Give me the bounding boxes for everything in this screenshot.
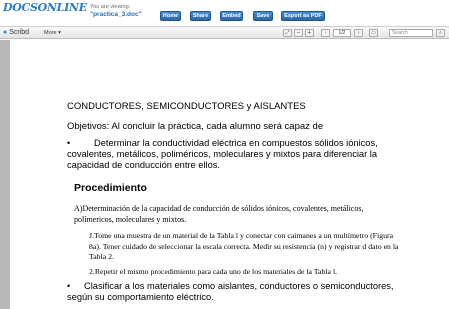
procedure-heading: Procedimiento [74, 182, 147, 194]
search-input[interactable]: Search [389, 29, 433, 37]
document-name: "practica_3.doc" [90, 11, 142, 18]
document-page: CONDUCTORES, SEMICONDUCTORES y AISLANTES… [10, 40, 449, 309]
next-page-icon[interactable]: › [354, 29, 363, 37]
search-icon[interactable]: ⌕ [436, 29, 445, 37]
scribd-logo[interactable]: ● Scribd [3, 29, 29, 37]
logo-text: DOCSONLINE [3, 1, 87, 14]
document-title: CONDUCTORES, SEMICONDUCTORES y AISLANTES [67, 101, 306, 112]
procedure-step-1: J.Tome una muestra de un material de la … [89, 231, 399, 261]
embed-button[interactable]: Embed [220, 11, 243, 21]
site-header: DOCSONLINE You are viewing: "practica_3.… [0, 0, 449, 26]
zoom-out-icon[interactable]: − [294, 29, 303, 37]
procedure-step-2: 2.Repetir el mismo procedimiento para ca… [89, 267, 338, 276]
viewing-label: You are viewing: [90, 4, 131, 10]
page-indicator[interactable]: 1/2 [333, 29, 351, 37]
zoom-in-icon[interactable]: + [305, 29, 314, 37]
scribd-icon: ● [3, 29, 8, 36]
objective-bullet-2: Clasificar a los materiales como aislant… [67, 281, 394, 302]
section-a-text: A)Determinación de la capacidad de condu… [74, 204, 364, 224]
share-button[interactable]: Share [190, 11, 211, 21]
site-logo[interactable]: DOCSONLINE [3, 2, 87, 24]
viewer-toolbar: ● Scribd More ▾ ⤢ − + ‹ 1/2 › ▭ Search ⌕ [0, 26, 449, 39]
view-mode-icon[interactable]: ▭ [369, 29, 378, 37]
document-viewport[interactable]: CONDUCTORES, SEMICONDUCTORES y AISLANTES… [0, 40, 449, 309]
scribd-brand: Scribd [9, 29, 30, 36]
export-pdf-button[interactable]: Export as PDF [281, 11, 325, 21]
fullscreen-icon[interactable]: ⤢ [283, 29, 292, 37]
viewing-info: You are viewing: "practica_3.doc" [90, 4, 142, 19]
home-button[interactable]: Home [160, 11, 181, 21]
more-label: More [44, 30, 57, 36]
more-menu[interactable]: More ▾ [44, 30, 61, 36]
chevron-down-icon: ▾ [58, 30, 61, 36]
objective-bullet-1: Determinar la conductividad eléctrica en… [67, 138, 378, 170]
previous-page-icon[interactable]: ‹ [321, 29, 330, 37]
objectives-text: Objetivos: Al concluir la práctica, cada… [67, 121, 324, 132]
save-button[interactable]: Save [253, 11, 273, 21]
